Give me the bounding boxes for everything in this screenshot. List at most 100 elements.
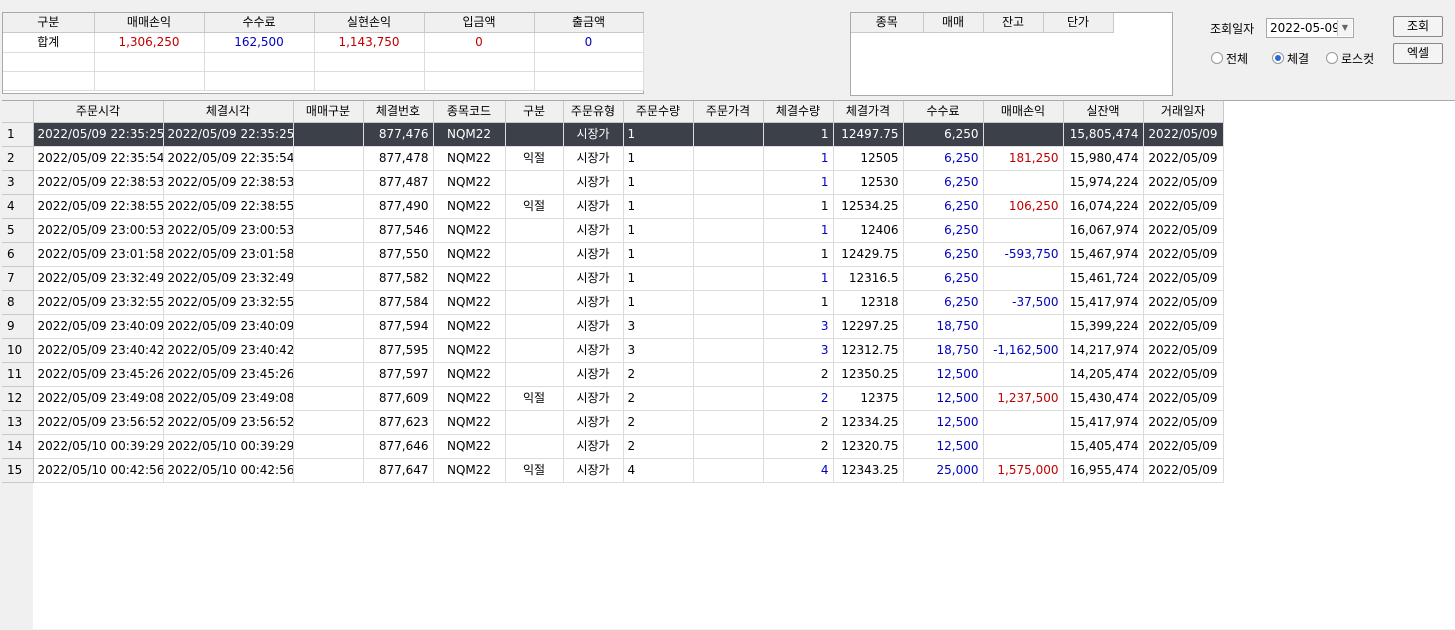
summary-total-row[interactable]: 합계 1,306,250 162,500 1,143,750 0 0 xyxy=(3,32,644,53)
cell-side xyxy=(293,170,364,195)
cell-trade-date: 2022/05/09 xyxy=(1143,314,1224,339)
date-input[interactable]: 2022-05-09 ▼ xyxy=(1266,18,1354,38)
table-row[interactable]: 9 2022/05/09 23:40:09 2022/05/09 23:40:09 8… xyxy=(2,314,1224,339)
cell-fill-qty: 3 xyxy=(763,338,834,363)
table-row[interactable]: 11 2022/05/09 23:45:26 2022/05/09 23:45:26… xyxy=(2,362,1224,387)
cell-order-type: 시장가 xyxy=(563,434,624,459)
cell-order-type: 시장가 xyxy=(563,290,624,315)
cell-code: NQM22 xyxy=(433,362,506,387)
cell-order-time: 2022/05/09 22:35:54 xyxy=(33,146,164,171)
cell-order-type: 시장가 xyxy=(563,314,624,339)
cell-type: 익절 xyxy=(505,386,564,411)
cell-fee: 6,250 xyxy=(903,122,984,147)
orders-header-fill-qty[interactable]: 체결수량 xyxy=(763,101,834,123)
table-row[interactable]: 5 2022/05/09 23:00:53 2022/05/09 23:00:53 8… xyxy=(2,218,1224,243)
cell-code: NQM22 xyxy=(433,410,506,435)
cell-order-price xyxy=(693,362,764,387)
row-number: 13 xyxy=(2,410,34,435)
cell-order-price xyxy=(693,146,764,171)
cell-fee: 6,250 xyxy=(903,194,984,219)
table-row[interactable]: 1 2022/05/09 22:35:25 2022/05/09 22:35:25 8… xyxy=(2,122,1224,147)
cell-pl xyxy=(983,266,1064,291)
orders-header-pl[interactable]: 매매손익 xyxy=(983,101,1064,123)
positions-header-price: 단가 xyxy=(1043,13,1114,33)
cell-trade-date: 2022/05/09 xyxy=(1143,386,1224,411)
orders-header-order-time[interactable]: 주문시각 xyxy=(33,101,164,123)
orders-header-order-price[interactable]: 주문가격 xyxy=(693,101,764,123)
orders-header-fill-no[interactable]: 체결번호 xyxy=(363,101,434,123)
cell-pl xyxy=(983,410,1064,435)
table-row[interactable]: 14 2022/05/10 00:39:29 2022/05/10 00:39:29… xyxy=(2,434,1224,459)
cell-order-time: 2022/05/09 23:00:53 xyxy=(33,218,164,243)
cell-fill-time: 2022/05/09 23:40:09 xyxy=(163,314,294,339)
cell-fill-price: 12318 xyxy=(833,290,904,315)
orders-grid[interactable]: 주문시각 체결시각 매매구분 체결번호 종목코드 구분 주문유형 주문수량 주문가격 체결수량 체결… xyxy=(2,100,1455,630)
cell-order-type: 시장가 xyxy=(563,122,624,147)
cell-fee: 12,500 xyxy=(903,410,984,435)
cell-code: NQM22 xyxy=(433,170,506,195)
summary-header-trade-pl: 매매손익 xyxy=(94,13,205,33)
cell-order-type: 시장가 xyxy=(563,362,624,387)
row-number: 2 xyxy=(2,146,34,171)
radio-filled[interactable]: 체결 xyxy=(1272,50,1309,67)
cell-code: NQM22 xyxy=(433,290,506,315)
orders-header-order-qty[interactable]: 주문수량 xyxy=(623,101,694,123)
table-row[interactable]: 7 2022/05/09 23:32:49 2022/05/09 23:32:49 8… xyxy=(2,266,1224,291)
orders-header-order-type[interactable]: 주문유형 xyxy=(563,101,624,123)
cell-balance: 15,417,974 xyxy=(1063,290,1144,315)
table-row[interactable]: 13 2022/05/09 23:56:52 2022/05/09 23:56:52… xyxy=(2,410,1224,435)
table-row[interactable]: 2 2022/05/09 22:35:54 2022/05/09 22:35:54 8… xyxy=(2,146,1224,171)
cell-order-time: 2022/05/09 22:38:53 xyxy=(33,170,164,195)
cell-order-price xyxy=(693,314,764,339)
orders-header-type[interactable]: 구분 xyxy=(505,101,564,123)
row-number: 11 xyxy=(2,362,34,387)
summary-header-fee: 수수료 xyxy=(204,13,315,33)
table-row[interactable]: 10 2022/05/09 23:40:42 2022/05/09 23:40:42… xyxy=(2,338,1224,363)
cell-fill-time: 2022/05/09 22:35:25 xyxy=(163,122,294,147)
cell-side xyxy=(293,146,364,171)
excel-export-button[interactable]: 엑셀 xyxy=(1393,43,1443,64)
orders-header-fill-price[interactable]: 체결가격 xyxy=(833,101,904,123)
orders-header-fill-time[interactable]: 체결시각 xyxy=(163,101,294,123)
radio-losscut[interactable]: 로스컷 xyxy=(1326,50,1374,67)
cell-side xyxy=(293,458,364,483)
summary-total-deposit: 0 xyxy=(424,32,535,53)
cell-fill-no: 877,478 xyxy=(363,146,434,171)
orders-header-code[interactable]: 종목코드 xyxy=(433,101,506,123)
cell-type xyxy=(505,242,564,267)
table-row[interactable]: 6 2022/05/09 23:01:58 2022/05/09 23:01:58 8… xyxy=(2,242,1224,267)
row-number: 15 xyxy=(2,458,34,483)
cell-side xyxy=(293,266,364,291)
table-row[interactable]: 12 2022/05/09 23:49:08 2022/05/09 23:49:08… xyxy=(2,386,1224,411)
cell-fee: 18,750 xyxy=(903,314,984,339)
cell-side xyxy=(293,338,364,363)
orders-header-balance[interactable]: 실잔액 xyxy=(1063,101,1144,123)
cell-pl: 1,237,500 xyxy=(983,386,1064,411)
orders-header-fee[interactable]: 수수료 xyxy=(903,101,984,123)
cell-order-time: 2022/05/09 23:32:49 xyxy=(33,266,164,291)
orders-header-row: 주문시각 체결시각 매매구분 체결번호 종목코드 구분 주문유형 주문수량 주문가격 체결수량 체결… xyxy=(2,101,1224,123)
cell-order-qty: 4 xyxy=(623,458,694,483)
cell-type xyxy=(505,410,564,435)
orders-header-side[interactable]: 매매구분 xyxy=(293,101,364,123)
positions-grid[interactable]: 종목 매매 잔고 단가 xyxy=(850,12,1173,96)
chevron-down-icon[interactable]: ▼ xyxy=(1337,20,1352,36)
row-number: 7 xyxy=(2,266,34,291)
orders-header-trade-date[interactable]: 거래일자 xyxy=(1143,101,1224,123)
positions-header-balance: 잔고 xyxy=(983,13,1044,33)
table-row[interactable]: 15 2022/05/10 00:42:56 2022/05/10 00:42:56… xyxy=(2,458,1224,483)
cell-side xyxy=(293,242,364,267)
cell-trade-date: 2022/05/09 xyxy=(1143,458,1224,483)
cell-pl: 181,250 xyxy=(983,146,1064,171)
table-row[interactable]: 3 2022/05/09 22:38:53 2022/05/09 22:38:53 8… xyxy=(2,170,1224,195)
cell-side xyxy=(293,122,364,147)
radio-all[interactable]: 전체 xyxy=(1211,50,1248,67)
cell-side xyxy=(293,410,364,435)
cell-type xyxy=(505,218,564,243)
row-number: 12 xyxy=(2,386,34,411)
row-number: 9 xyxy=(2,314,34,339)
table-row[interactable]: 4 2022/05/09 22:38:55 2022/05/09 22:38:55 8… xyxy=(2,194,1224,219)
cell-type xyxy=(505,266,564,291)
table-row[interactable]: 8 2022/05/09 23:32:55 2022/05/09 23:32:55 8… xyxy=(2,290,1224,315)
search-button[interactable]: 조회 xyxy=(1393,16,1443,37)
